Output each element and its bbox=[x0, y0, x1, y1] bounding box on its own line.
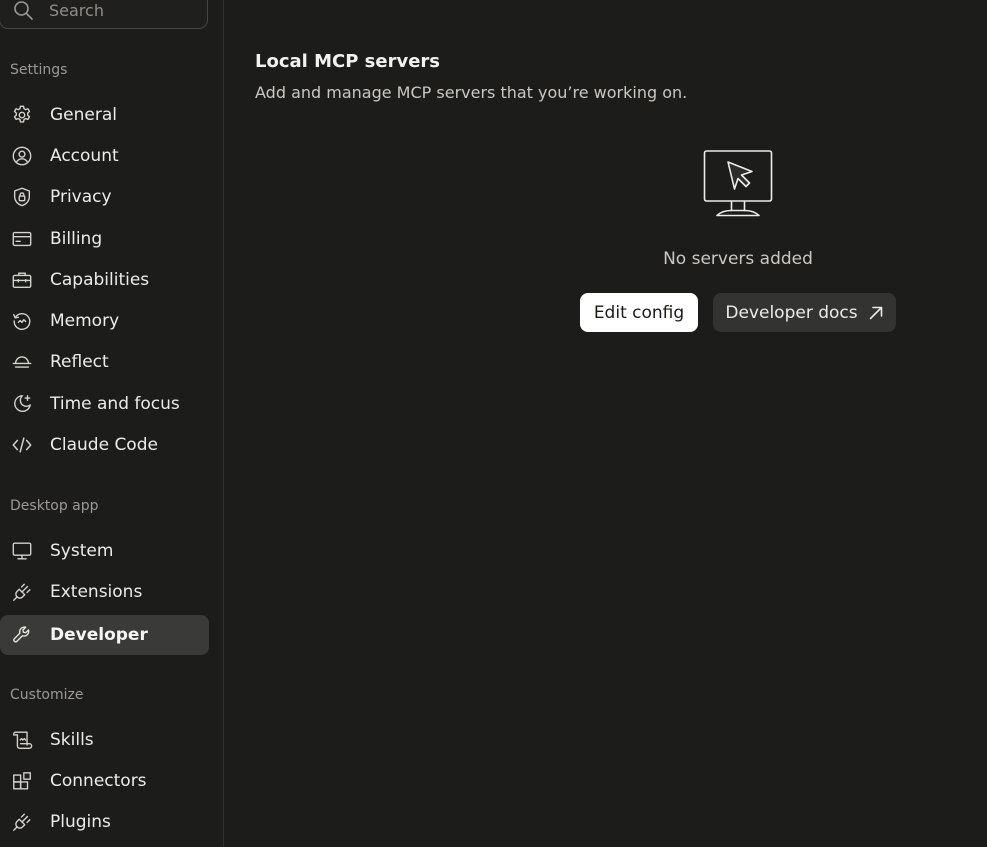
sidebar-item-account[interactable]: Account bbox=[0, 136, 209, 176]
edit-config-label: Edit config bbox=[593, 302, 685, 323]
search-input[interactable] bbox=[49, 0, 199, 23]
sidebar-item-general[interactable]: General bbox=[0, 95, 209, 135]
sidebar-item-label: Capabilities bbox=[50, 270, 150, 290]
sidebar-item-skills[interactable]: Skills bbox=[0, 720, 209, 760]
monitor-cursor-icon bbox=[703, 149, 773, 219]
sidebar-item-label: Reflect bbox=[50, 352, 109, 372]
sidebar-item-label: Time and focus bbox=[50, 394, 180, 414]
empty-state-text: No servers added bbox=[663, 249, 813, 269]
history-icon bbox=[11, 310, 33, 332]
sidebar-item-connectors[interactable]: Connectors bbox=[0, 761, 209, 801]
sidebar-item-label: Plugins bbox=[50, 812, 111, 832]
sidebar: Settings General Account bbox=[0, 0, 224, 847]
sidebar-item-label: Billing bbox=[50, 229, 103, 249]
sidebar-item-label: General bbox=[50, 105, 117, 125]
scroll-icon bbox=[11, 729, 33, 751]
blocks-icon bbox=[11, 770, 33, 792]
gear-icon bbox=[11, 104, 33, 126]
toolbox-icon bbox=[11, 269, 33, 291]
sidebar-item-label: Developer bbox=[50, 625, 148, 645]
main-panel: Local MCP servers Add and manage MCP ser… bbox=[225, 0, 987, 847]
sidebar-item-extensions[interactable]: Extensions bbox=[0, 572, 209, 612]
sidebar-item-billing[interactable]: Billing bbox=[0, 219, 209, 259]
external-arrow-icon bbox=[869, 306, 882, 319]
sidebar-item-time-and-focus[interactable]: Time and focus bbox=[0, 384, 209, 424]
credit-card-icon bbox=[11, 228, 33, 250]
sidebar-item-reflect[interactable]: Reflect bbox=[0, 342, 209, 382]
developer-docs-label: Developer docs bbox=[725, 302, 858, 323]
edit-config-button[interactable]: Edit config bbox=[580, 293, 698, 332]
sidebar-item-label: Memory bbox=[50, 311, 120, 331]
plug-icon bbox=[11, 581, 33, 603]
sidebar-item-privacy[interactable]: Privacy bbox=[0, 177, 209, 217]
sidebar-item-label: Extensions bbox=[50, 582, 143, 602]
sidebar-item-system[interactable]: System bbox=[0, 531, 209, 571]
sidebar-item-plugins[interactable]: Plugins bbox=[0, 802, 209, 842]
section-label-settings: Settings bbox=[10, 62, 68, 78]
sidebar-item-label: Privacy bbox=[50, 187, 112, 207]
search-box[interactable] bbox=[0, 0, 208, 29]
sidebar-item-label: Skills bbox=[50, 730, 94, 750]
sidebar-item-capabilities[interactable]: Capabilities bbox=[0, 260, 209, 300]
sidebar-item-label: Connectors bbox=[50, 771, 147, 791]
user-circle-icon bbox=[11, 145, 33, 167]
sidebar-item-label: Account bbox=[50, 146, 119, 166]
shield-lock-icon bbox=[11, 186, 33, 208]
page-subtitle: Add and manage MCP servers that you’re w… bbox=[255, 83, 688, 102]
sidebar-item-claude-code[interactable]: Claude Code bbox=[0, 425, 209, 465]
plug-icon bbox=[11, 811, 33, 833]
section-label-desktop-app: Desktop app bbox=[10, 498, 99, 514]
sidebar-item-label: System bbox=[50, 541, 114, 561]
sunrise-icon bbox=[11, 351, 33, 373]
sidebar-item-memory[interactable]: Memory bbox=[0, 301, 209, 341]
moon-star-icon bbox=[11, 393, 33, 415]
search-icon bbox=[14, 1, 33, 20]
code-icon bbox=[11, 434, 33, 456]
section-label-customize: Customize bbox=[10, 687, 84, 703]
wrench-icon bbox=[11, 624, 33, 646]
settings-window: Settings General Account bbox=[0, 0, 987, 847]
sidebar-item-label: Claude Code bbox=[50, 435, 158, 455]
sidebar-item-developer[interactable]: Developer bbox=[0, 615, 209, 655]
page-title: Local MCP servers bbox=[255, 51, 441, 72]
monitor-icon bbox=[11, 540, 33, 562]
developer-docs-button[interactable]: Developer docs bbox=[713, 293, 896, 332]
